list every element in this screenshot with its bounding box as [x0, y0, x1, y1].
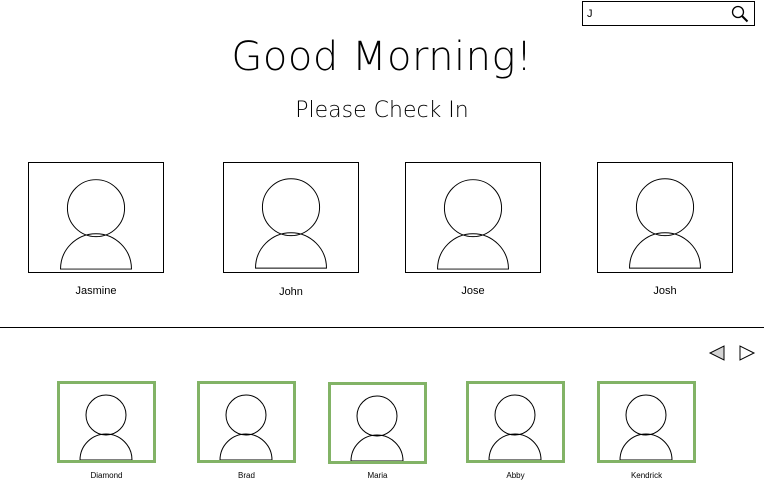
avatar-icon — [350, 395, 404, 461]
result-name: Josh — [653, 285, 677, 297]
result-card-jose[interactable] — [405, 162, 541, 273]
greeting-title: Good Morning! — [231, 34, 533, 80]
avatar-icon — [488, 394, 542, 460]
avatar-icon — [60, 179, 132, 270]
avatar-icon — [437, 179, 509, 270]
section-divider — [0, 327, 764, 328]
avatar-icon — [619, 394, 673, 460]
chevron-right-icon[interactable] — [738, 344, 756, 362]
avatar-icon — [629, 178, 701, 269]
avatar-icon — [79, 394, 133, 460]
checked-in-name: Kendrick — [630, 471, 663, 480]
result-name: Jose — [461, 285, 485, 297]
checked-in-name: Diamond — [90, 471, 123, 480]
search-icon[interactable] — [731, 5, 749, 23]
result-card-jasmine[interactable] — [28, 162, 164, 273]
result-name: John — [279, 286, 303, 298]
search-input[interactable] — [587, 5, 727, 23]
checked-in-card-abby[interactable] — [466, 381, 565, 463]
result-card-john[interactable] — [223, 162, 359, 273]
checked-in-name: Brad — [238, 471, 255, 480]
checked-in-card-diamond[interactable] — [57, 381, 156, 463]
checked-in-card-maria[interactable] — [328, 382, 427, 464]
result-name: Jasmine — [75, 285, 117, 297]
checked-in-card-brad[interactable] — [197, 381, 296, 463]
checked-in-name: Maria — [367, 471, 388, 480]
check-in-subtitle: Please Check In — [295, 98, 469, 123]
avatar-icon — [255, 178, 327, 269]
checked-in-name: Abby — [506, 471, 525, 480]
avatar-icon — [219, 394, 273, 460]
search-box[interactable] — [582, 1, 755, 26]
chevron-left-icon[interactable] — [708, 344, 726, 362]
result-card-josh[interactable] — [597, 162, 733, 273]
checked-in-card-kendrick[interactable] — [597, 381, 696, 463]
